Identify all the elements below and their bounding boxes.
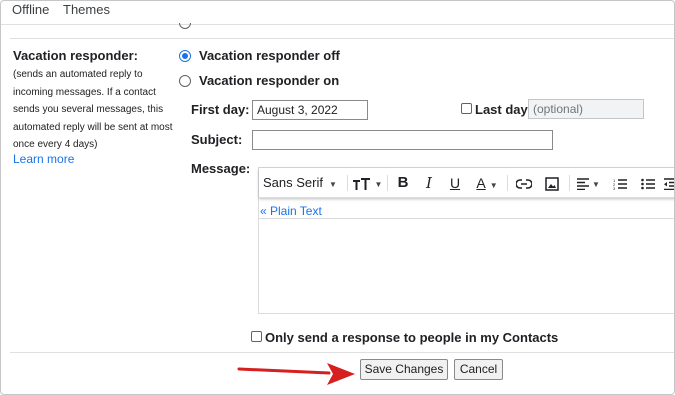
section-description: (sends an automated reply to incoming me…: [13, 69, 173, 150]
chevron-down-icon: ▼: [374, 180, 383, 189]
contacts-only-checkbox[interactable]: [251, 331, 262, 342]
subject-label: Subject:: [191, 132, 243, 147]
toolbar-separator: [387, 175, 388, 191]
indent-less-button[interactable]: [663, 168, 674, 198]
font-family-label: Sans Serif: [263, 175, 323, 190]
message-label: Message:: [191, 161, 251, 176]
chevron-down-icon: ▼: [489, 181, 498, 190]
underline-button[interactable]: U: [445, 168, 465, 198]
text-color-button[interactable]: A ▼: [471, 168, 503, 198]
align-left-icon: [577, 177, 590, 190]
last-day-checkbox[interactable]: [461, 103, 472, 114]
link-icon: [515, 178, 533, 189]
contacts-only-label[interactable]: Only send a response to people in my Con…: [265, 330, 558, 345]
insert-image-button[interactable]: [541, 168, 563, 198]
vacation-off-label[interactable]: Vacation responder off: [199, 48, 340, 63]
numbered-list-button[interactable]: 1 2 3: [609, 168, 631, 198]
italic-button[interactable]: I: [419, 168, 439, 198]
message-editor: Sans Serif ▼ ▼ B I U A ▼ ▼ 1 2 3 « Plain…: [258, 167, 674, 314]
cut-off-option-text: [199, 20, 374, 25]
first-day-label: First day:: [191, 102, 250, 117]
footer-divider: [10, 352, 674, 353]
toolbar-separator: [569, 175, 570, 191]
red-arrow-annotation: [237, 363, 355, 385]
learn-more-link[interactable]: Learn more: [13, 152, 74, 166]
align-button[interactable]: ▼: [573, 168, 603, 198]
toolbar-separator: [347, 175, 348, 191]
message-body-input[interactable]: [259, 218, 674, 314]
bold-button[interactable]: B: [393, 168, 413, 198]
save-changes-button[interactable]: Save Changes: [360, 359, 448, 380]
image-icon: [545, 176, 559, 191]
text-color-label: A: [476, 175, 486, 191]
chevron-down-icon: ▼: [592, 180, 600, 189]
vacation-on-label[interactable]: Vacation responder on: [199, 73, 339, 88]
first-day-input[interactable]: [252, 100, 368, 120]
font-family-select[interactable]: Sans Serif ▼: [263, 168, 343, 198]
section-divider: [10, 38, 674, 39]
indent-less-icon: [664, 177, 674, 190]
tab-themes[interactable]: Themes: [63, 2, 110, 17]
text-size-button[interactable]: ▼: [351, 168, 383, 198]
bulleted-list-icon: [641, 178, 655, 189]
toolbar-separator: [507, 175, 508, 191]
vacation-on-radio[interactable]: [179, 75, 191, 87]
bulleted-list-button[interactable]: [637, 168, 659, 198]
subject-input[interactable]: [252, 130, 553, 150]
settings-panel: Offline Themes Vacation responder: (send…: [0, 0, 675, 395]
vacation-off-radio[interactable]: [179, 50, 191, 62]
numbered-list-icon: 1 2 3: [613, 178, 627, 191]
last-day-input[interactable]: [528, 99, 644, 119]
chevron-down-icon: ▼: [328, 180, 337, 189]
plain-text-link[interactable]: « Plain Text: [260, 204, 322, 218]
insert-link-button[interactable]: [513, 168, 535, 198]
formatting-toolbar: Sans Serif ▼ ▼ B I U A ▼ ▼ 1 2 3: [259, 168, 674, 198]
tab-offline[interactable]: Offline: [12, 2, 49, 17]
last-day-label: Last day:: [475, 102, 533, 117]
cancel-button[interactable]: Cancel: [454, 359, 503, 380]
text-size-icon: [352, 177, 370, 190]
section-title: Vacation responder:: [13, 48, 138, 63]
svg-text:3: 3: [613, 186, 616, 190]
